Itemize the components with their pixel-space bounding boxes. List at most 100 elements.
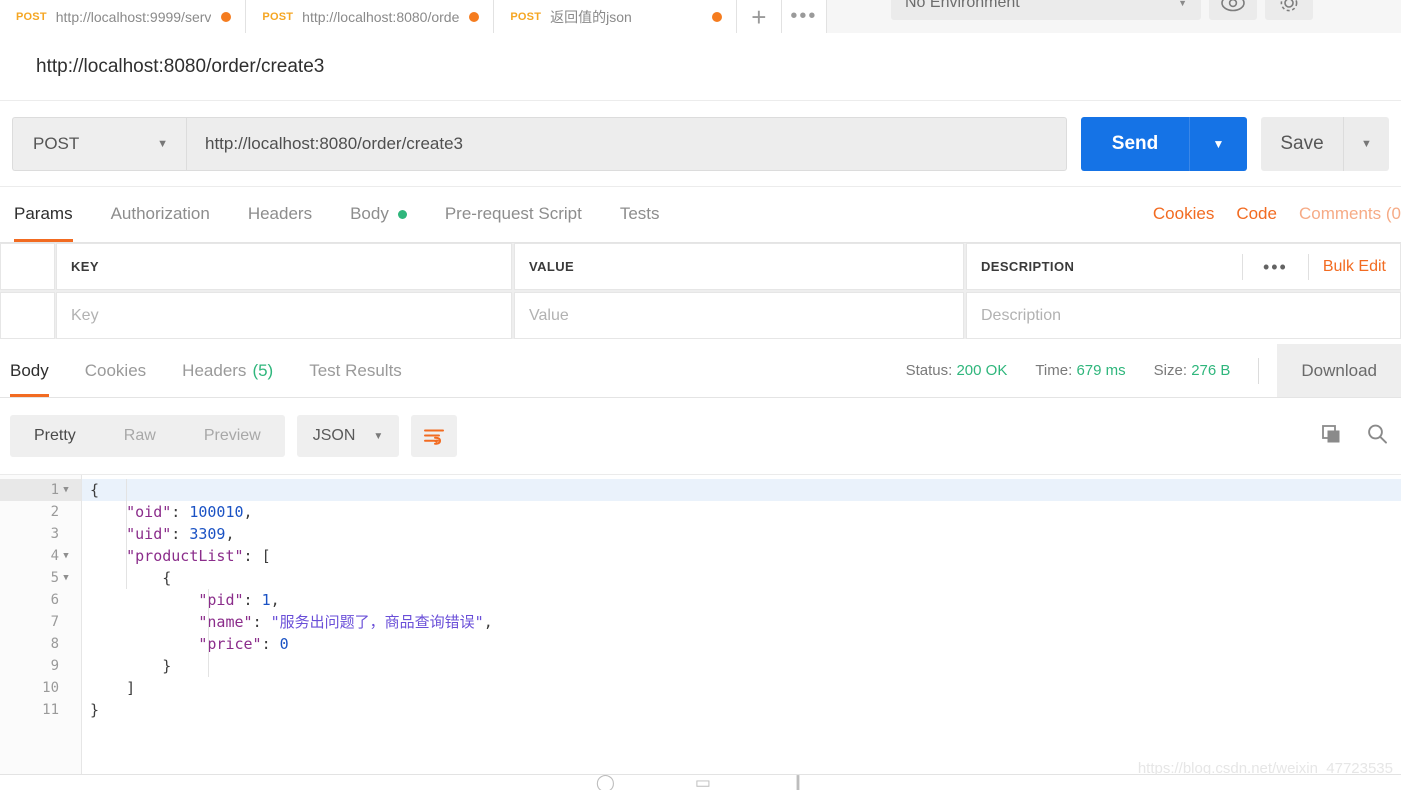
- word-wrap-button[interactable]: [411, 415, 458, 457]
- code-token: "name": [198, 613, 253, 631]
- ellipsis-icon: •••: [790, 5, 818, 27]
- environment-selector[interactable]: No Environment ▼: [891, 0, 1201, 20]
- params-more-button[interactable]: •••: [1243, 258, 1308, 276]
- code-link[interactable]: Code: [1236, 204, 1277, 224]
- save-options-button[interactable]: ▼: [1343, 116, 1389, 171]
- request-tab-0[interactable]: POST http://localhost:9999/serv: [0, 0, 247, 33]
- indent-guide: [208, 589, 209, 677]
- view-mode-preview[interactable]: Preview: [180, 415, 285, 457]
- page-title: http://localhost:8080/order/create3: [36, 55, 325, 77]
- response-view-mode-group: Pretty Raw Preview: [10, 415, 285, 457]
- indent-guide: [126, 479, 127, 589]
- response-headers-count: (5): [252, 360, 274, 380]
- tab-pre-request-script[interactable]: Pre-request Script: [426, 186, 601, 242]
- response-tab-headers[interactable]: Headers (5): [164, 344, 291, 397]
- chevron-down-icon: ▼: [373, 430, 384, 442]
- send-options-button[interactable]: ▼: [1189, 116, 1247, 171]
- fold-caret-icon[interactable]: ▼: [59, 567, 73, 589]
- environment-label: No Environment: [905, 0, 1020, 11]
- copy-button[interactable]: [1319, 422, 1343, 451]
- size-label: Size:: [1153, 362, 1188, 379]
- cookies-link[interactable]: Cookies: [1153, 204, 1214, 224]
- request-tab-2[interactable]: POST 返回值的json: [493, 0, 737, 33]
- view-mode-pretty[interactable]: Pretty: [10, 415, 100, 457]
- request-tab-1[interactable]: POST http://localhost:8080/orde: [245, 0, 495, 33]
- view-mode-raw[interactable]: Raw: [100, 415, 180, 457]
- response-tab-test-results[interactable]: Test Results: [291, 344, 420, 397]
- comments-link[interactable]: Comments (0: [1299, 204, 1401, 224]
- trash-icon[interactable]: ❙: [791, 775, 805, 790]
- url-input[interactable]: http://localhost:8080/order/create3: [186, 116, 1067, 171]
- line-number-value: 7: [50, 614, 59, 630]
- line-number-value: 1: [50, 482, 59, 498]
- response-tab-cookies[interactable]: Cookies: [67, 344, 164, 397]
- word-wrap-icon: [424, 429, 445, 445]
- param-value-input[interactable]: Value: [514, 292, 964, 339]
- code-line: "oid": 100010,: [82, 501, 1401, 523]
- tab-authorization-label: Authorization: [110, 204, 210, 223]
- code-token: :: [243, 591, 262, 609]
- json-code-area[interactable]: { "oid": 100010, "uid": 3309, "productLi…: [82, 475, 1401, 774]
- line-number-value: 6: [50, 592, 59, 608]
- request-title-bar: http://localhost:8080/order/create3: [0, 33, 1401, 101]
- response-tab-body[interactable]: Body: [0, 344, 67, 397]
- response-format-value: JSON: [312, 427, 356, 444]
- code-line: "uid": 3309,: [82, 523, 1401, 545]
- param-key-input[interactable]: Key: [56, 292, 512, 339]
- fold-caret-icon[interactable]: ▼: [59, 479, 73, 501]
- search-button[interactable]: [1365, 422, 1389, 451]
- param-description-input[interactable]: Description: [966, 292, 1401, 339]
- status-label: Status:: [905, 362, 953, 379]
- tab-body[interactable]: Body: [331, 186, 426, 242]
- response-tab-headers-label: Headers: [182, 360, 247, 380]
- code-token: :: [252, 613, 271, 631]
- new-tab-button[interactable]: +: [736, 0, 782, 33]
- code-token: ,: [225, 525, 235, 543]
- response-body-viewer[interactable]: 1 ▼ 2 3 4 ▼ 5 ▼ 6 7 8 9 10 11 { "oid": 100010, "uid":…: [0, 474, 1401, 774]
- save-button[interactable]: Save: [1261, 116, 1343, 171]
- code-token: "oid": [126, 503, 172, 521]
- tab-authorization[interactable]: Authorization: [92, 186, 229, 242]
- tab-params[interactable]: Params: [0, 186, 92, 242]
- chevron-down-icon: ▼: [1178, 0, 1187, 8]
- param-description-placeholder: Description: [981, 306, 1062, 324]
- row-checkbox-cell[interactable]: [0, 292, 55, 339]
- code-token: "服务出问题了，商品查询错误": [270, 613, 484, 631]
- code-line: {: [82, 479, 1401, 501]
- response-tab-body-label: Body: [10, 360, 49, 380]
- code-token: "productList": [126, 547, 244, 565]
- response-format-select[interactable]: JSON ▼: [296, 415, 400, 457]
- line-number: 4 ▼: [0, 545, 81, 567]
- column-header-description-label: DESCRIPTION: [981, 259, 1075, 274]
- http-method-select[interactable]: POST ▼: [12, 116, 186, 171]
- fold-caret-icon[interactable]: ▼: [59, 545, 73, 567]
- find-icon[interactable]: ◯: [596, 775, 615, 790]
- tab-headers[interactable]: Headers: [229, 186, 331, 242]
- layout-icon[interactable]: ▭: [695, 775, 711, 790]
- tab-tests[interactable]: Tests: [601, 186, 679, 242]
- response-header-bar: Body Cookies Headers (5) Test Results St…: [0, 344, 1401, 398]
- search-icon: [1368, 424, 1387, 444]
- gear-icon: [1280, 0, 1298, 12]
- chevron-down-icon: ▼: [1212, 136, 1225, 151]
- line-number: 5 ▼: [0, 567, 81, 589]
- environment-quick-look-button[interactable]: [1209, 0, 1257, 20]
- code-token: 100010: [189, 503, 244, 521]
- line-number: 1 ▼: [0, 479, 81, 501]
- bulk-edit-button[interactable]: Bulk Edit: [1309, 258, 1400, 276]
- column-header-value: VALUE: [514, 243, 964, 290]
- request-tab-label: 返回值的json: [550, 8, 632, 25]
- divider: [1258, 357, 1260, 384]
- send-button[interactable]: Send: [1081, 116, 1189, 171]
- download-button[interactable]: Download: [1277, 344, 1401, 397]
- tab-more-button[interactable]: •••: [781, 0, 827, 33]
- environment-settings-button[interactable]: [1265, 0, 1313, 20]
- line-number-gutter: 1 ▼ 2 3 4 ▼ 5 ▼ 6 7 8 9 10 11: [0, 475, 82, 774]
- code-token: }: [90, 701, 100, 719]
- eye-icon: [1221, 0, 1245, 12]
- line-number: 2: [0, 501, 81, 523]
